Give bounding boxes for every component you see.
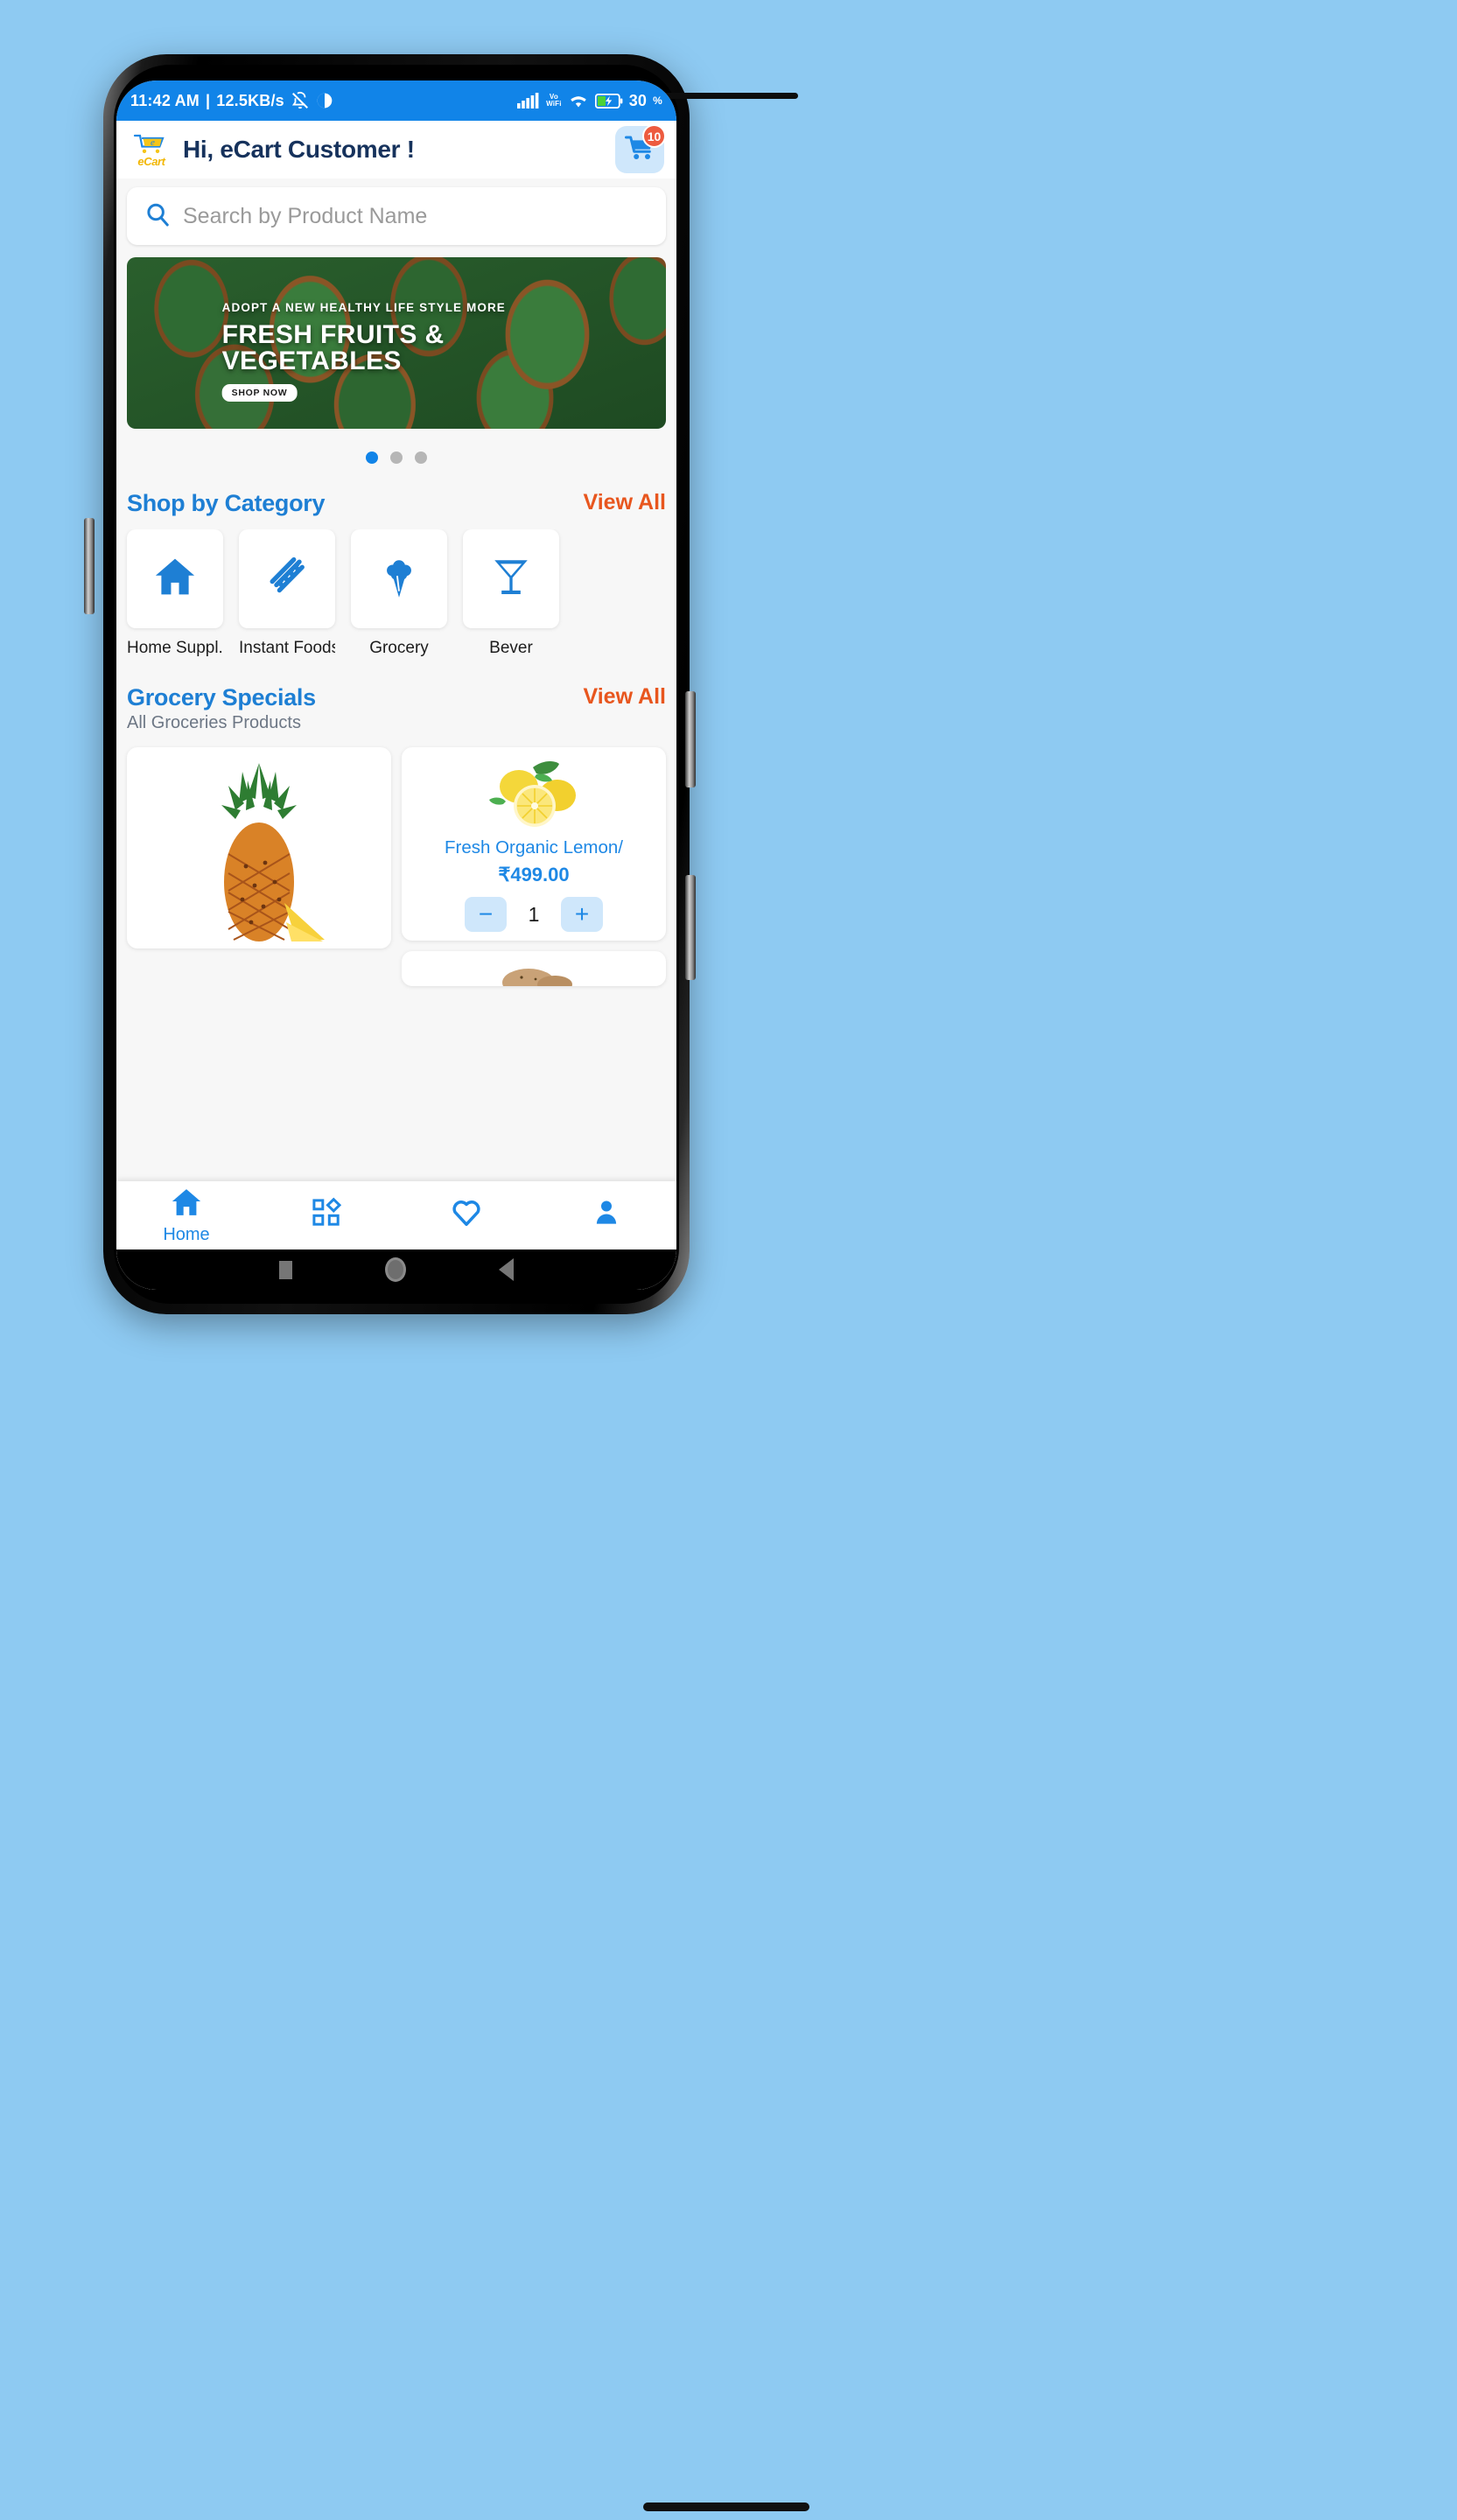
scroll-content[interactable]: Search by Product Name ADOPT A NEW HEALT…	[116, 178, 676, 1290]
bell-muted-icon	[291, 91, 310, 110]
category-label: Bever	[489, 639, 533, 657]
app-header: e eCart Hi, eCart Customer ! 10	[116, 121, 676, 178]
person-icon	[591, 1197, 622, 1233]
product-name: Fresh Organic Lemon/	[445, 837, 623, 858]
status-time: 11:42 AM	[130, 91, 200, 109]
cart-button[interactable]: 10	[615, 124, 666, 173]
category-strip[interactable]: Home Suppl... Instant Foods Grocery Beve…	[116, 529, 676, 658]
noodles-icon	[264, 554, 310, 604]
nav-label-home: Home	[163, 1225, 210, 1244]
carousel-indicator	[116, 452, 676, 464]
do-not-disturb-icon	[316, 92, 333, 109]
home-icon	[170, 1186, 203, 1223]
earpiece-speaker	[658, 93, 798, 99]
nav-item-categories[interactable]	[256, 1197, 396, 1235]
lemon-image	[486, 756, 582, 831]
product-grid: Fresh Organic Lemon/ ₹499.00 − 1 +	[116, 747, 676, 986]
battery-percent: 30	[628, 91, 648, 109]
phone-screen: 11:42 AM | 12.5KB/s Vo WiFi 30 % e eCart…	[116, 80, 676, 1290]
specials-section-title: Grocery Specials	[127, 684, 316, 710]
product-column-left	[127, 747, 391, 948]
specials-section-subtitle: All Groceries Products	[127, 713, 301, 732]
volume-button[interactable]	[685, 691, 696, 788]
banner-kicker: ADOPT A NEW HEALTHY LIFE STYLE MORE	[221, 301, 506, 314]
category-section-header: Shop by Category View All	[116, 490, 676, 517]
home-icon	[152, 554, 198, 604]
carousel-dot-1[interactable]	[366, 452, 378, 464]
heart-icon	[450, 1196, 483, 1234]
triangle-back-icon[interactable]	[499, 1258, 514, 1281]
signal-bars-icon	[517, 93, 540, 108]
circle-home-icon[interactable]	[385, 1257, 406, 1282]
category-card[interactable]	[127, 529, 223, 628]
category-item-beverages[interactable]: Bever	[463, 529, 559, 658]
category-label: Instant Foods	[239, 639, 335, 657]
search-input[interactable]: Search by Product Name	[183, 204, 427, 229]
volte-line2: WiFi	[546, 100, 562, 108]
specials-view-all-link[interactable]: View All	[584, 684, 666, 710]
cocktail-glass-icon	[489, 555, 533, 603]
search-icon	[144, 201, 171, 232]
broccoli-icon	[377, 555, 421, 603]
potato-image	[492, 956, 576, 986]
search-bar[interactable]: Search by Product Name	[127, 187, 666, 245]
wifi-icon	[568, 93, 589, 108]
decrement-button[interactable]: −	[465, 897, 507, 932]
product-card[interactable]	[402, 951, 666, 986]
product-card[interactable]	[127, 747, 391, 948]
banner-headline-line2: VEGETABLES	[221, 346, 402, 375]
square-recents-icon[interactable]	[279, 1260, 292, 1279]
nav-item-profile[interactable]	[536, 1197, 676, 1235]
phone-bottom-edge	[643, 2502, 809, 2511]
greeting-title: Hi, eCart Customer !	[183, 136, 415, 163]
status-separator: |	[205, 91, 211, 109]
specials-section-header: Grocery Specials All Groceries Products …	[116, 684, 676, 733]
left-side-button[interactable]	[84, 518, 95, 614]
carousel-dot-3[interactable]	[415, 452, 427, 464]
shopping-cart-logo-icon: e	[133, 133, 170, 156]
battery-charging-icon	[594, 93, 623, 108]
carousel-dot-2[interactable]	[390, 452, 403, 464]
product-column-right: Fresh Organic Lemon/ ₹499.00 − 1 +	[402, 747, 666, 986]
app-logo-text: eCart	[137, 154, 165, 168]
category-item-instant-foods[interactable]: Instant Foods	[239, 529, 335, 658]
network-speed: 12.5KB/s	[216, 91, 284, 109]
category-view-all-link[interactable]: View All	[584, 490, 666, 515]
categories-grid-icon	[311, 1197, 342, 1233]
category-card[interactable]	[351, 529, 447, 628]
category-label: Grocery	[369, 639, 429, 657]
product-price: ₹499.00	[498, 864, 570, 886]
banner-headline-line1: FRESH FRUITS &	[221, 320, 445, 349]
category-card[interactable]	[463, 529, 559, 628]
category-item-grocery[interactable]: Grocery	[351, 529, 447, 658]
status-bar: 11:42 AM | 12.5KB/s Vo WiFi 30 %	[116, 80, 676, 121]
battery-percent-unit: %	[653, 94, 662, 107]
product-card[interactable]: Fresh Organic Lemon/ ₹499.00 − 1 +	[402, 747, 666, 941]
pineapple-image	[193, 760, 325, 943]
category-section-title: Shop by Category	[127, 490, 326, 516]
quantity-value: 1	[528, 902, 540, 926]
category-item-home-supplies[interactable]: Home Suppl...	[127, 529, 223, 658]
android-system-nav	[116, 1250, 676, 1290]
promo-banner[interactable]: ADOPT A NEW HEALTHY LIFE STYLE MORE FRES…	[127, 257, 666, 429]
svg-text:e: e	[151, 137, 155, 148]
category-label: Home Suppl...	[127, 639, 223, 657]
banner-shop-now-button[interactable]: SHOP NOW	[221, 384, 298, 402]
increment-button[interactable]: +	[561, 897, 603, 932]
nav-item-wishlist[interactable]	[396, 1196, 536, 1236]
bottom-navigation: Home	[116, 1181, 676, 1250]
cart-badge-count: 10	[642, 124, 666, 148]
app-logo: e eCart	[129, 133, 174, 167]
power-button[interactable]	[685, 875, 696, 980]
banner-text-block: ADOPT A NEW HEALTHY LIFE STYLE MORE FRES…	[149, 301, 645, 402]
category-card[interactable]	[239, 529, 335, 628]
nav-item-home[interactable]: Home	[116, 1186, 256, 1245]
volte-wifi-indicator: Vo WiFi	[546, 94, 562, 108]
quantity-stepper[interactable]: − 1 +	[465, 897, 603, 932]
